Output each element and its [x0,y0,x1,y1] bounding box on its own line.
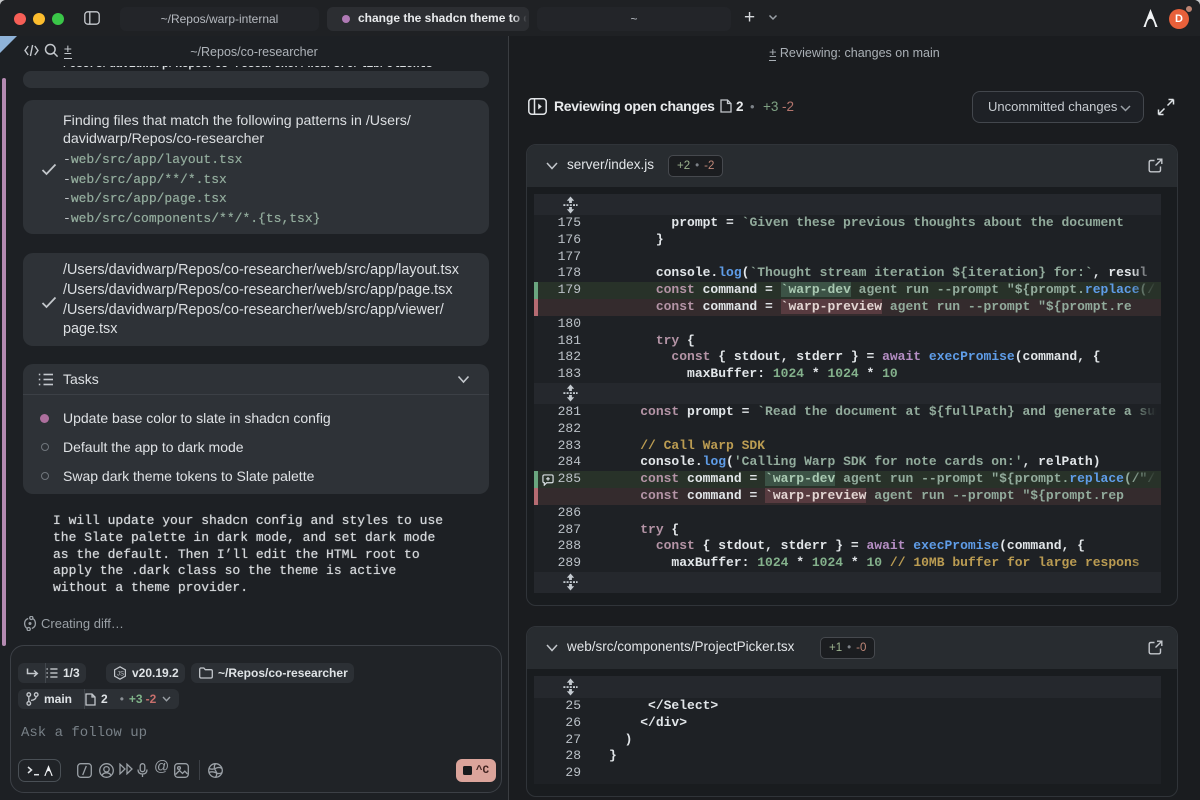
svg-text:JS: JS [117,672,124,678]
